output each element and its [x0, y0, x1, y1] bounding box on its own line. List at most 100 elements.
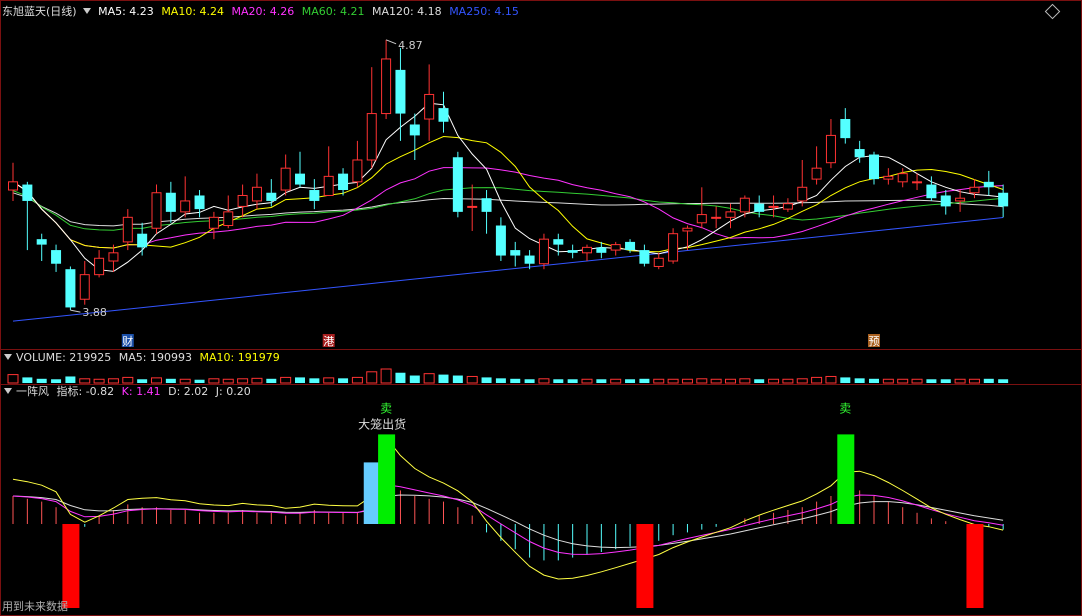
volume-bar	[983, 378, 994, 383]
volume-bar	[179, 378, 191, 384]
volume-bar	[581, 378, 593, 384]
volume-bar	[65, 376, 76, 383]
volume-bar	[51, 379, 62, 383]
signal-sell-bar	[378, 434, 396, 524]
volume-bar	[338, 378, 349, 383]
candle-up	[811, 167, 822, 180]
candle-down	[998, 192, 1009, 207]
candle-down	[438, 108, 449, 122]
high-label: 4.87	[398, 39, 423, 52]
candle-up	[912, 181, 923, 184]
candle-up	[108, 252, 119, 262]
volume-bar	[639, 378, 650, 383]
candle-down	[36, 239, 47, 245]
candle-down	[596, 247, 607, 253]
sell-signal-label: 卖	[380, 401, 392, 415]
candle-up	[538, 238, 549, 265]
candle-down	[395, 69, 406, 114]
candle-down	[295, 173, 305, 185]
volume-bar	[681, 378, 693, 384]
candle-up	[151, 192, 162, 229]
candle-down	[510, 250, 521, 256]
volume-bar	[796, 378, 808, 384]
candle-down	[452, 157, 463, 212]
k-line	[12, 484, 1004, 555]
candle-down	[51, 250, 62, 264]
candle-down	[639, 250, 650, 264]
event-marker: 预	[869, 335, 880, 348]
candle-up	[739, 197, 750, 213]
signal-buy-bar	[62, 524, 80, 608]
volume-bar	[93, 378, 105, 384]
candle-up	[424, 93, 435, 120]
candle-down	[495, 225, 506, 256]
ma10-line	[12, 135, 1004, 253]
d-line	[12, 494, 1004, 549]
ma250-line	[12, 217, 1004, 322]
volume-bar	[882, 378, 894, 384]
candle-up	[208, 216, 219, 229]
volume-bar	[380, 368, 392, 384]
volume-bar	[926, 379, 937, 383]
event-marker: 财	[122, 334, 133, 348]
event-marker: 港	[323, 335, 334, 348]
volume-bar	[466, 375, 478, 384]
volume-bar	[409, 375, 420, 383]
volume-bar	[481, 377, 492, 383]
volume-bar	[165, 378, 176, 383]
candle-up	[653, 257, 664, 267]
volume-bar	[251, 377, 263, 384]
candle-down	[524, 255, 535, 264]
volume-bar	[122, 376, 134, 384]
volume-bar	[610, 378, 622, 384]
low-label: 3.88	[82, 306, 107, 319]
candle-down	[854, 149, 865, 158]
candle-up	[94, 257, 105, 276]
volume-bar	[36, 378, 47, 383]
volume-bar	[7, 374, 19, 384]
candle-down	[926, 184, 937, 199]
candle-down	[409, 124, 420, 136]
j-line	[12, 436, 1004, 580]
volume-bar	[596, 379, 607, 383]
candle-down	[567, 250, 578, 253]
volume-bar	[954, 378, 966, 384]
footer-note: 用到未来数据	[2, 600, 68, 613]
candle-up	[237, 194, 248, 207]
volume-bar	[897, 378, 909, 384]
candle-down	[22, 184, 33, 201]
ma60-line	[12, 187, 1004, 231]
candle-up	[883, 175, 894, 180]
candle-down	[754, 203, 765, 212]
volume-bar	[625, 379, 636, 383]
volume-bar	[495, 378, 506, 383]
candle-up	[323, 175, 334, 196]
candle-down	[983, 181, 994, 188]
volume-bar	[510, 378, 521, 383]
volume-bar	[911, 378, 923, 384]
signal-note-label: 大笼出货	[358, 416, 406, 431]
candle-up	[955, 197, 966, 202]
volume-bar	[266, 378, 277, 383]
volume-bar	[653, 378, 665, 384]
volume-bar	[22, 377, 33, 383]
signal-buy-bar	[636, 524, 654, 608]
candle-up	[897, 173, 908, 183]
volume-bar	[754, 379, 765, 383]
candle-down	[840, 119, 851, 139]
candle-up	[668, 233, 679, 262]
candle-down	[625, 241, 636, 251]
candle-up	[467, 205, 478, 208]
volume-bar	[553, 379, 564, 383]
candle-down	[137, 233, 148, 248]
candle-down	[165, 192, 176, 212]
candle-up	[610, 244, 621, 251]
signal-sell-bar	[837, 434, 855, 524]
candle-up	[79, 274, 90, 300]
volume-bar	[854, 378, 865, 383]
volume-bar	[696, 378, 708, 384]
candle-down	[869, 154, 879, 180]
candle-down	[266, 192, 277, 201]
candlestick-chart[interactable]: 4.873.88财港预卖大笼出货卖	[0, 0, 1082, 616]
candle-up	[711, 216, 722, 219]
